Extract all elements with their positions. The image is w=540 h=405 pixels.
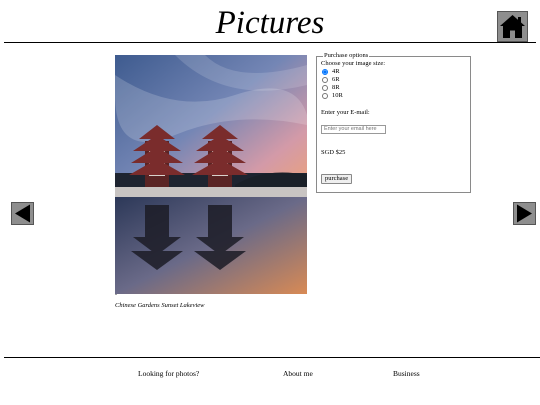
header-divider [4, 42, 536, 43]
size-option-4r[interactable]: 4R [321, 68, 466, 76]
previous-picture-button[interactable] [11, 202, 34, 225]
photo-caption: Chinese Gardens Sunset Lakeview [115, 302, 205, 309]
featured-photo [115, 55, 307, 294]
footer-divider [4, 357, 540, 358]
arrow-right-icon [517, 204, 532, 223]
size-option-8r[interactable]: 8R [321, 84, 466, 92]
size-radio-10r[interactable] [322, 93, 328, 99]
size-option-6r[interactable]: 6R [321, 76, 466, 84]
size-prompt: Choose your image size: [321, 60, 386, 67]
purchase-button[interactable]: purchase [321, 174, 353, 184]
size-option-10r[interactable]: 10R [321, 92, 466, 100]
size-radio-8r[interactable] [322, 85, 328, 91]
email-field[interactable] [321, 124, 386, 134]
home-button[interactable] [497, 11, 528, 42]
purchase-options-panel: Purchase options Choose your image size:… [316, 52, 471, 193]
footer-link-business[interactable]: Business [393, 369, 420, 379]
photo-marker: - [115, 292, 117, 298]
price-text: SGD $25 [321, 149, 346, 156]
next-picture-button[interactable] [513, 202, 536, 225]
home-icon [500, 15, 525, 38]
purchase-options-legend: Purchase options [324, 52, 369, 59]
arrow-left-icon [15, 204, 30, 223]
page-title: Pictures [215, 5, 325, 41]
footer-link-looking-for-photos[interactable]: Looking for photos? [138, 369, 199, 379]
email-label: Enter your E-mail: [321, 109, 370, 116]
footer-link-about-me[interactable]: About me [283, 369, 313, 379]
size-radio-6r[interactable] [322, 77, 328, 83]
size-radio-4r[interactable] [322, 69, 328, 75]
